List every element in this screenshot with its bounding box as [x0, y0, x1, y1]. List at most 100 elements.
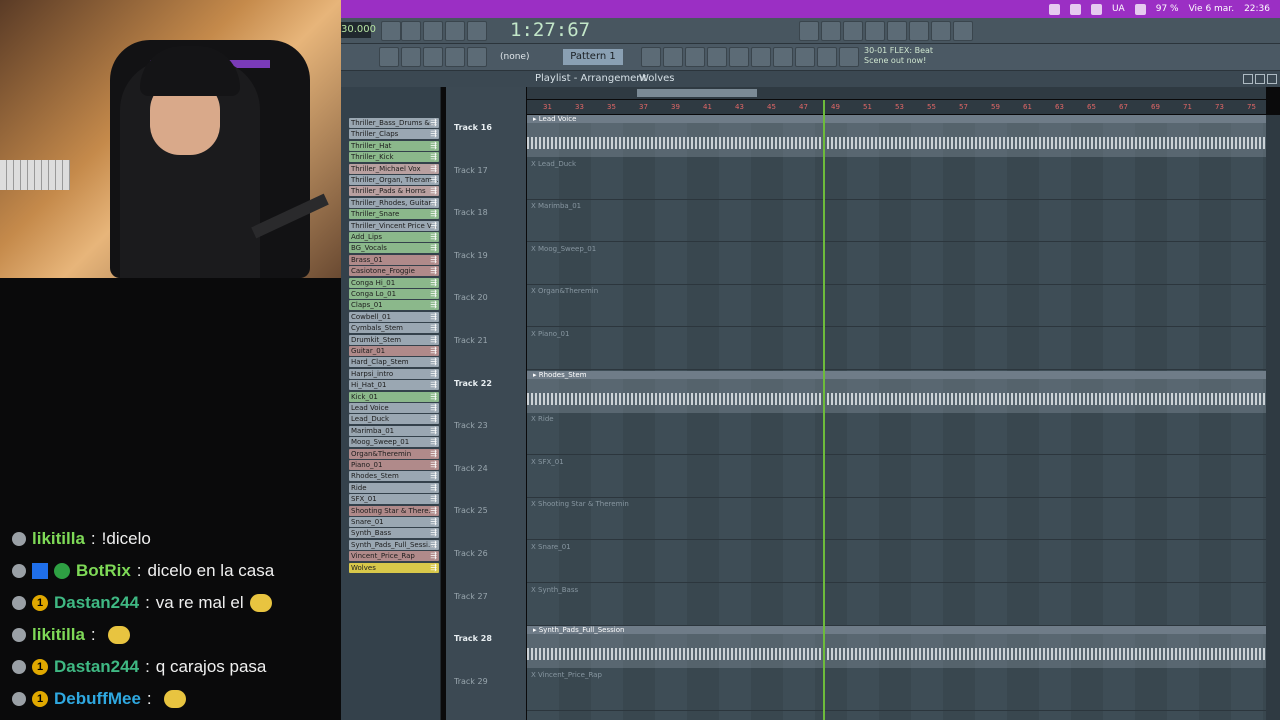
drag-handle-icon[interactable]: ⇶ [430, 483, 437, 493]
battery-level[interactable]: 97 % [1156, 4, 1179, 14]
pattern-item[interactable]: Drumkit_Stem ⇶ [349, 334, 439, 345]
toolbar-button[interactable] [401, 47, 421, 67]
drag-handle-icon[interactable]: ⇶ [430, 449, 437, 459]
drag-handle-icon[interactable]: ⇶ [430, 369, 437, 379]
toolbar-button[interactable] [445, 47, 465, 67]
drag-handle-icon[interactable]: ⇶ [430, 198, 437, 208]
drag-handle-icon[interactable]: ⇶ [430, 414, 437, 424]
drag-handle-icon[interactable]: ⇶ [430, 494, 437, 504]
pattern-item[interactable]: Add_Lips ⇶ [349, 232, 439, 242]
drag-handle-icon[interactable]: ⇶ [430, 312, 437, 322]
pattern-item[interactable]: Harpsi_intro ⇶ [349, 368, 439, 379]
empty-lane[interactable]: X Synth_Bass [527, 584, 1266, 626]
chat-username[interactable]: likitilla [32, 625, 85, 645]
pattern-item[interactable]: Thriller_Michael Vox ⇶ [349, 163, 439, 174]
drag-handle-icon[interactable]: ⇶ [430, 243, 437, 253]
pattern-item[interactable]: Piano_01 ⇶ [349, 460, 439, 470]
pattern-item[interactable]: Thriller_Organ, Theram... ⇶ [349, 175, 439, 185]
drag-handle-icon[interactable]: ⇶ [430, 528, 437, 538]
pattern-item[interactable]: Organ&Theremin ⇶ [349, 448, 439, 459]
song-position-display[interactable]: 1:27:67 [510, 19, 590, 43]
horizontal-scrollbar[interactable] [527, 87, 1266, 99]
drag-handle-icon[interactable]: ⇶ [430, 175, 437, 185]
empty-lane[interactable]: X SFX_01 [527, 456, 1266, 498]
toolbar-button[interactable] [423, 47, 443, 67]
toolbar-button[interactable] [931, 21, 951, 41]
pattern-item[interactable]: Thriller_Kick ⇶ [349, 152, 439, 163]
drag-handle-icon[interactable]: ⇶ [430, 209, 437, 219]
pattern-item[interactable]: Thriller_Bass_Drums &... ⇶ [349, 118, 439, 128]
pattern-item[interactable]: Thriller_Vincent Price V... ⇶ [349, 220, 439, 231]
pattern-item[interactable]: Ride ⇶ [349, 482, 439, 493]
pattern-item[interactable]: Cymbals_Stem ⇶ [349, 323, 439, 334]
audio-clip[interactable]: ▸ Lead Voice [527, 115, 1266, 157]
drag-handle-icon[interactable]: ⇶ [430, 335, 437, 345]
chat-username[interactable]: BotRix [76, 561, 131, 581]
empty-lane[interactable]: X Lead_Duck [527, 158, 1266, 200]
pattern-item[interactable]: Thriller_Rhodes, Guitar... ⇶ [349, 197, 439, 208]
toolbar-button[interactable] [423, 21, 443, 41]
toolbar-button[interactable] [467, 21, 487, 41]
toolbar-button[interactable] [839, 47, 859, 67]
pattern-item[interactable]: Hi_Hat_01 ⇶ [349, 380, 439, 391]
pattern-item[interactable]: Thriller_Snare ⇶ [349, 209, 439, 220]
track-name[interactable]: Track 27 [454, 592, 524, 601]
pattern-item[interactable]: Brass_01 ⇶ [349, 254, 439, 265]
toolbar-button[interactable] [751, 47, 771, 67]
drag-handle-icon[interactable]: ⇶ [430, 278, 437, 288]
toolbar-button[interactable] [641, 47, 661, 67]
pattern-item[interactable]: BG_Vocals ⇶ [349, 243, 439, 254]
drag-handle-icon[interactable]: ⇶ [430, 437, 437, 447]
toolbar-button[interactable] [799, 21, 819, 41]
toolbar-button[interactable] [379, 47, 399, 67]
toolbar-button[interactable] [909, 21, 929, 41]
toolbar-button[interactable] [401, 21, 421, 41]
toolbar-button[interactable] [663, 47, 683, 67]
drag-handle-icon[interactable]: ⇶ [430, 323, 437, 333]
drag-handle-icon[interactable]: ⇶ [430, 357, 437, 367]
pattern-item[interactable]: Cowbell_01 ⇶ [349, 311, 439, 322]
track-name[interactable]: Track 22 [454, 379, 524, 388]
empty-lane[interactable]: X Moog_Sweep_01 [527, 243, 1266, 285]
drag-handle-icon[interactable]: ⇶ [430, 426, 437, 436]
drag-handle-icon[interactable]: ⇶ [430, 164, 437, 174]
track-name[interactable]: Track 21 [454, 336, 524, 345]
track-name[interactable]: Track 29 [454, 677, 524, 686]
pattern-item[interactable]: Lead_Duck ⇶ [349, 414, 439, 425]
pattern-item[interactable]: Kick_01 ⇶ [349, 391, 439, 402]
empty-lane[interactable]: X Ride [527, 413, 1266, 456]
pattern-item[interactable]: Shooting Star & There... ⇶ [349, 505, 439, 516]
track-name[interactable]: Track 16 [454, 123, 524, 132]
drag-handle-icon[interactable]: ⇶ [430, 506, 437, 516]
track-name[interactable]: Track 28 [454, 634, 524, 643]
toolbar-button[interactable] [467, 47, 487, 67]
empty-lane[interactable]: X Snare_01 [527, 541, 1266, 583]
drag-handle-icon[interactable]: ⇶ [430, 517, 437, 527]
playhead[interactable] [823, 100, 825, 720]
drag-handle-icon[interactable]: ⇶ [430, 471, 437, 481]
empty-lane[interactable]: X Organ&Theremin [527, 285, 1266, 328]
chat-username[interactable]: likitilla [32, 529, 85, 549]
drag-handle-icon[interactable]: ⇶ [430, 266, 437, 276]
pattern-item[interactable]: Thriller_Claps ⇶ [349, 129, 439, 140]
language-indicator[interactable]: UA [1112, 4, 1125, 14]
drag-handle-icon[interactable]: ⇶ [430, 141, 437, 151]
drag-handle-icon[interactable]: ⇶ [430, 118, 437, 128]
pattern-item[interactable]: Casiotone_Froggie ⇶ [349, 266, 439, 277]
drag-handle-icon[interactable]: ⇶ [430, 232, 437, 242]
toolbar-button[interactable] [887, 21, 907, 41]
toolbar-button[interactable] [707, 47, 727, 67]
drag-handle-icon[interactable]: ⇶ [430, 255, 437, 265]
drag-handle-icon[interactable]: ⇶ [430, 346, 437, 356]
toolbar-button[interactable] [773, 47, 793, 67]
arrangement-grid[interactable]: ▸ Lead Voice X Lead_Duck X Marimba_01 X Moo… [527, 115, 1266, 720]
pattern-item[interactable]: Rhodes_Stem ⇶ [349, 471, 439, 482]
empty-lane[interactable]: X Piano_01 [527, 328, 1266, 370]
app-icon[interactable] [1069, 3, 1081, 15]
toolbar-button[interactable] [445, 21, 465, 41]
pattern-item[interactable]: SFX_01 ⇶ [349, 494, 439, 505]
toolbar-button[interactable] [381, 21, 401, 41]
playlist-arrangement-name[interactable]: Wolves [639, 71, 674, 87]
track-name[interactable]: Track 18 [454, 208, 524, 217]
pattern-item[interactable]: Hard_Clap_Stem ⇶ [349, 357, 439, 368]
